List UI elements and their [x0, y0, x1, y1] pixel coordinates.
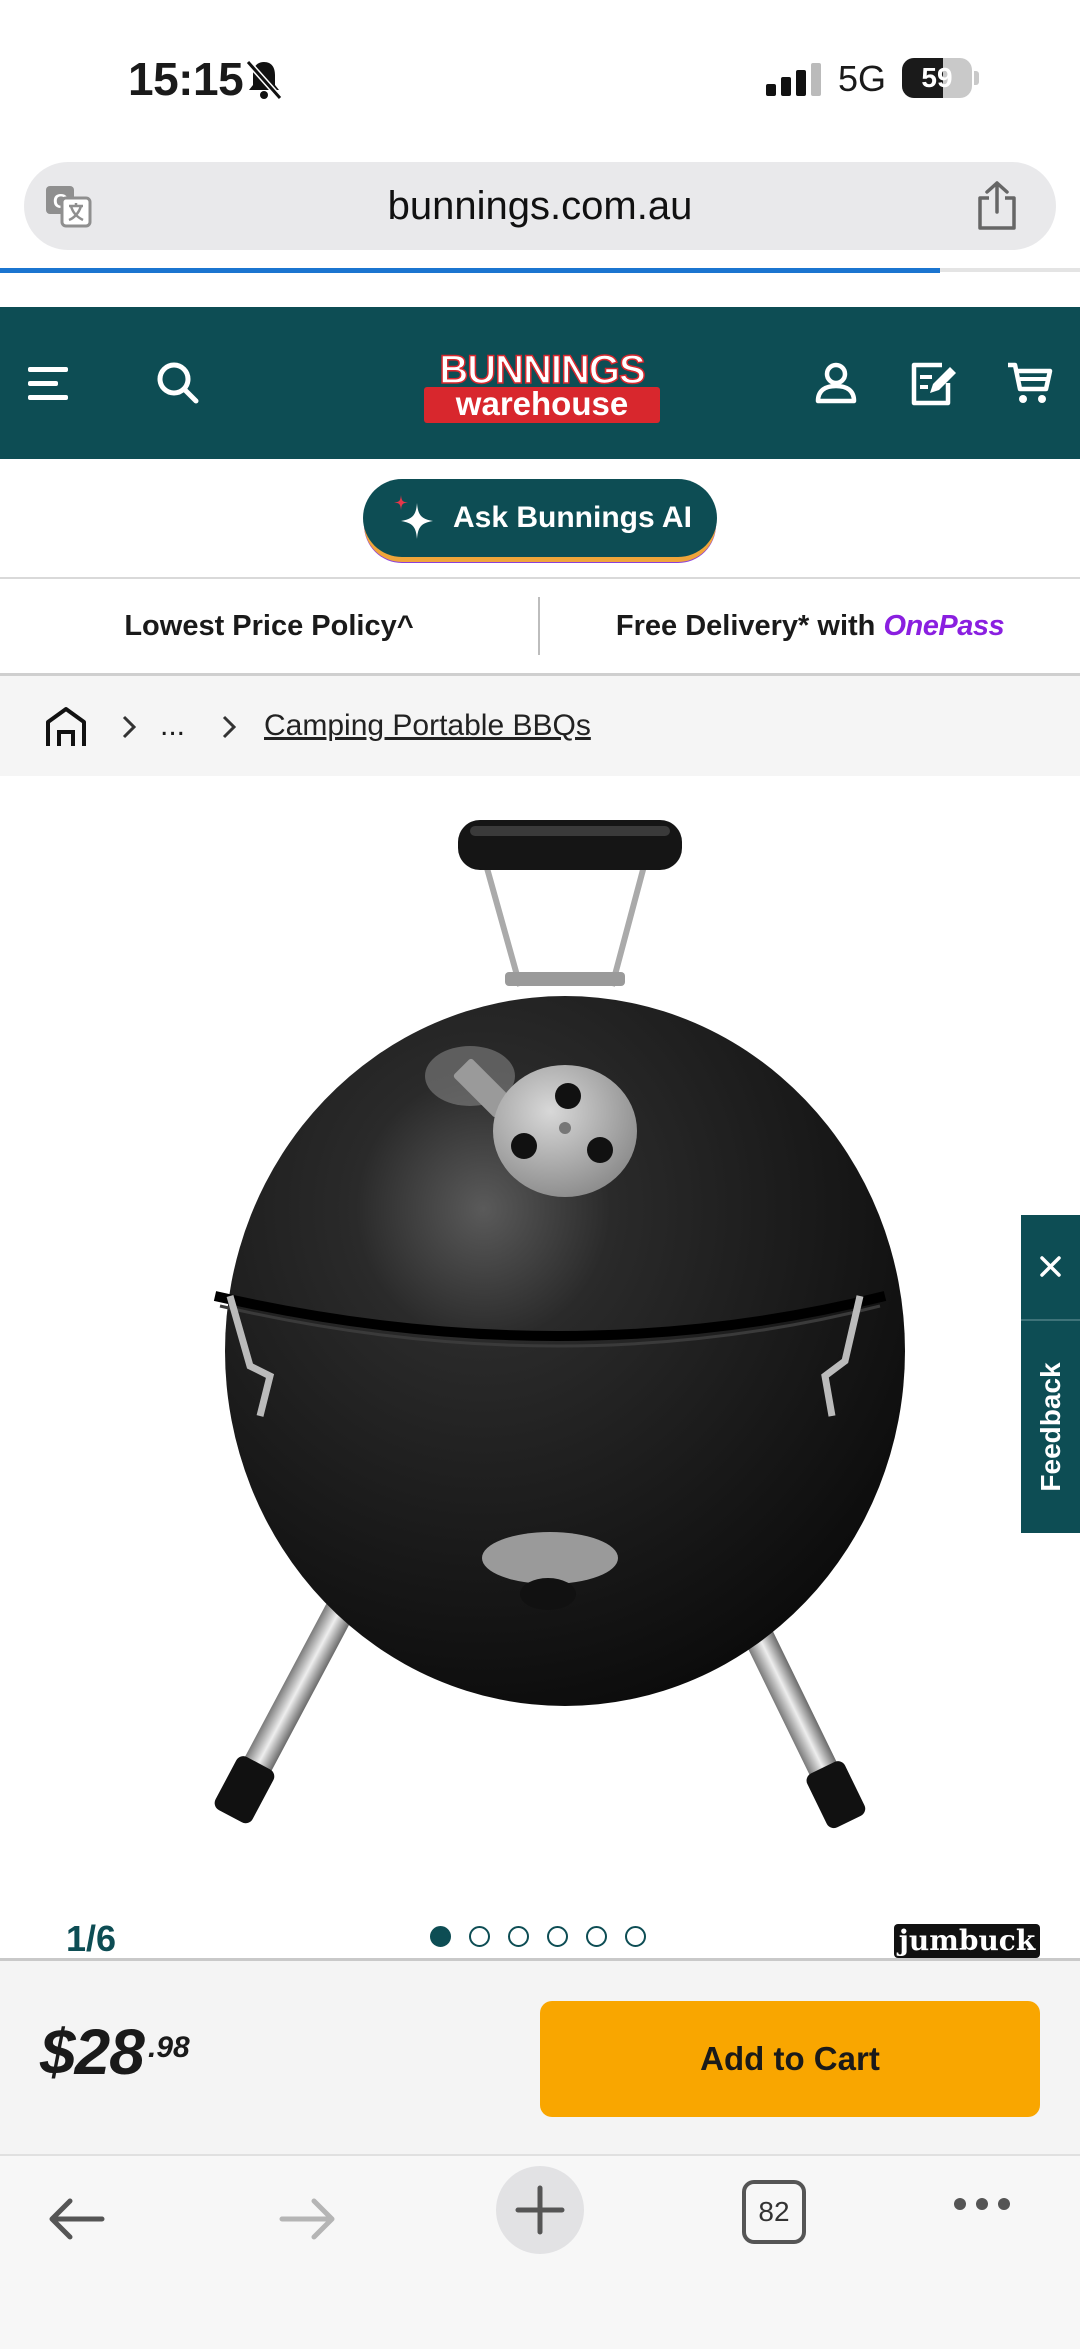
ask-ai-label: Ask Bunnings AI: [453, 501, 692, 534]
page-load-progress: [0, 268, 940, 273]
account-icon[interactable]: [810, 357, 862, 409]
plus-icon: [515, 2185, 565, 2235]
close-icon[interactable]: [1021, 1215, 1080, 1321]
signal-icon: [766, 63, 821, 96]
free-delivery-link[interactable]: Free Delivery* with OnePass: [540, 579, 1080, 673]
product-image-carousel[interactable]: [0, 776, 1080, 1956]
bunnings-warehouse-logo[interactable]: BUNNINGS warehouse: [420, 345, 664, 425]
address-bar[interactable]: bunnings.com.au G: [24, 162, 1056, 250]
carousel-dot[interactable]: [430, 1926, 451, 1947]
price-cents: .98: [148, 2031, 190, 2064]
add-to-cart-button[interactable]: Add to Cart: [540, 2001, 1040, 2117]
network-type: 5G: [838, 58, 887, 99]
list-icon[interactable]: [906, 357, 958, 409]
carousel-dot[interactable]: [508, 1926, 529, 1947]
free-delivery-text: Free Delivery* with: [615, 610, 884, 642]
status-time: 15:15: [128, 53, 244, 105]
promo-strip: Lowest Price Policy^ Free Delivery* with…: [0, 579, 1080, 676]
home-icon[interactable]: [44, 706, 88, 748]
forward-arrow-icon[interactable]: [276, 2194, 340, 2244]
onepass-logo: OnePass: [883, 610, 1005, 642]
tab-switcher-button[interactable]: 82: [742, 2180, 806, 2244]
more-icon[interactable]: [952, 2194, 1012, 2214]
carousel-dot[interactable]: [625, 1926, 646, 1947]
sticky-purchase-bar: $28 .98 Add to Cart: [0, 1958, 1080, 2157]
carousel-dot[interactable]: [547, 1926, 568, 1947]
browser-toolbar: 82: [0, 2154, 1080, 2349]
carousel-dot[interactable]: [586, 1926, 607, 1947]
breadcrumb-ellipsis[interactable]: ...: [160, 676, 185, 776]
ai-row: Ask Bunnings AI: [0, 459, 1080, 579]
silent-bell-icon: [245, 60, 283, 100]
translate-icon[interactable]: G: [44, 182, 92, 230]
feedback-button[interactable]: Feedback: [1021, 1321, 1080, 1533]
image-counter: 1/6: [66, 1918, 117, 1959]
feedback-label: Feedback: [1034, 1362, 1066, 1492]
logo-line2: warehouse: [455, 385, 628, 422]
battery-icon: 59: [902, 58, 980, 98]
menu-icon[interactable]: [26, 357, 78, 409]
carousel-dots: [430, 1926, 650, 1950]
kettle-bbq-image: [213, 820, 905, 1829]
price-dollars: $28: [40, 2016, 145, 2088]
status-bar: 15:15 5G 59: [0, 0, 1080, 150]
cart-icon[interactable]: [1004, 357, 1056, 409]
search-icon[interactable]: [152, 357, 204, 409]
chevron-right-icon: [122, 715, 137, 739]
ask-ai-button[interactable]: Ask Bunnings AI: [363, 479, 717, 557]
breadcrumb-category-link[interactable]: Camping Portable BBQs: [264, 676, 591, 776]
share-icon[interactable]: [974, 180, 1020, 232]
lowest-price-policy-link[interactable]: Lowest Price Policy^: [0, 579, 538, 673]
back-arrow-icon[interactable]: [44, 2194, 108, 2244]
sparkle-icon: [394, 495, 433, 539]
url-text[interactable]: bunnings.com.au: [24, 162, 1056, 250]
carousel-dot[interactable]: [469, 1926, 490, 1947]
battery-level: 59: [921, 62, 953, 93]
breadcrumb: ... Camping Portable BBQs: [0, 676, 1080, 776]
site-header: BUNNINGS warehouse: [0, 307, 1080, 459]
chevron-right-icon: [222, 715, 237, 739]
feedback-tab: Feedback: [1021, 1215, 1080, 1533]
brand-logo[interactable]: jumbuck: [894, 1924, 1040, 1958]
new-tab-button[interactable]: [496, 2166, 584, 2254]
